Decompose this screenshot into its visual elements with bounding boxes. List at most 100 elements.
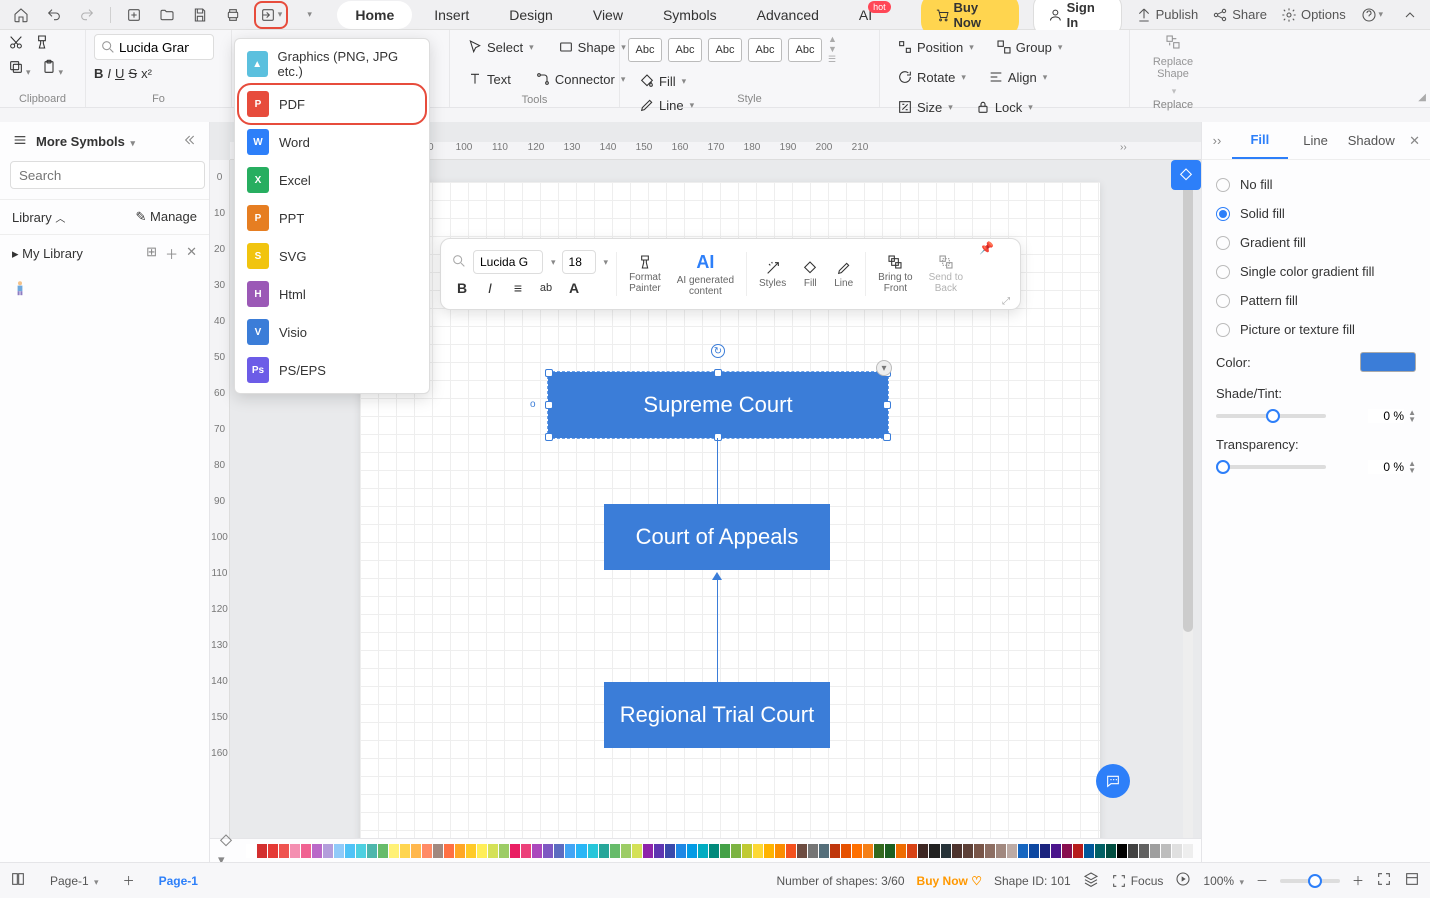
- color-swatch[interactable]: [1062, 844, 1072, 858]
- copy-icon[interactable]: ▾: [8, 59, 31, 78]
- color-swatch[interactable]: [290, 844, 300, 858]
- color-swatch[interactable]: [389, 844, 399, 858]
- undo-icon[interactable]: [41, 4, 66, 26]
- zoom-in-icon[interactable]: ＋: [1352, 872, 1364, 889]
- color-swatch[interactable]: [929, 844, 939, 858]
- fill-option-picture-or-texture-fill[interactable]: Picture or texture fill: [1216, 315, 1416, 344]
- fill-preset-shortcut[interactable]: [1171, 160, 1201, 190]
- underline-button[interactable]: U: [115, 66, 124, 81]
- tab-insert[interactable]: Insert: [416, 1, 487, 29]
- color-swatch[interactable]: [621, 844, 631, 858]
- color-swatch[interactable]: [433, 844, 443, 858]
- color-swatch[interactable]: [841, 844, 851, 858]
- library-toggle[interactable]: Library ︿: [12, 210, 65, 225]
- expand-ctx-icon[interactable]: ⤢: [1002, 296, 1010, 307]
- color-swatch[interactable]: [742, 844, 752, 858]
- align-button[interactable]: ≡: [507, 278, 529, 298]
- tab-advanced[interactable]: Advanced: [739, 1, 837, 29]
- bold-button[interactable]: B: [451, 278, 473, 298]
- fill-option-single-color-gradient-fill[interactable]: Single color gradient fill: [1216, 257, 1416, 286]
- group-button[interactable]: Group▾: [987, 34, 1072, 60]
- color-swatch[interactable]: [1040, 844, 1050, 858]
- color-swatch[interactable]: [907, 844, 917, 858]
- style-preset-5[interactable]: Abc: [788, 38, 822, 62]
- add-item-icon[interactable]: ＋: [165, 244, 178, 263]
- panel-expand-icon[interactable]: ››: [1202, 133, 1232, 148]
- style-preset-4[interactable]: Abc: [748, 38, 782, 62]
- shadow-tab[interactable]: Shadow: [1343, 123, 1399, 158]
- color-swatch[interactable]: [345, 844, 355, 858]
- color-swatch[interactable]: [786, 844, 796, 858]
- color-swatch[interactable]: [687, 844, 697, 858]
- fill-option-gradient-fill[interactable]: Gradient fill: [1216, 228, 1416, 257]
- color-swatch[interactable]: [709, 844, 719, 858]
- color-swatch[interactable]: [257, 844, 267, 858]
- color-swatch[interactable]: [268, 844, 278, 858]
- fit-window-icon[interactable]: [1404, 871, 1420, 890]
- color-swatch[interactable]: [720, 844, 730, 858]
- pin-icon[interactable]: 📌: [979, 241, 994, 255]
- font-color-button[interactable]: A: [563, 278, 585, 298]
- color-swatch[interactable]: [378, 844, 388, 858]
- color-swatch[interactable]: [996, 844, 1006, 858]
- color-swatch[interactable]: [963, 844, 973, 858]
- color-swatch[interactable]: [466, 844, 476, 858]
- shape-action-icon[interactable]: ▾: [876, 360, 892, 376]
- ctx-size-input[interactable]: [562, 250, 596, 274]
- gallery-more-icon[interactable]: ☰: [828, 54, 837, 65]
- color-swatch[interactable]: [1183, 844, 1193, 858]
- color-swatch[interactable]: [808, 844, 818, 858]
- add-folder-icon[interactable]: ⊞: [146, 244, 157, 263]
- send-back-button[interactable]: Send to Back: [925, 254, 967, 294]
- color-swatch[interactable]: [1073, 844, 1083, 858]
- paste-icon[interactable]: ▾: [41, 59, 64, 78]
- home-icon[interactable]: [8, 4, 33, 26]
- export-icon[interactable]: ▾: [258, 4, 284, 26]
- superscript-button[interactable]: x²: [141, 66, 152, 81]
- color-swatch[interactable]: [532, 844, 542, 858]
- share-link[interactable]: Share: [1212, 7, 1267, 23]
- color-swatch[interactable]: [665, 844, 675, 858]
- color-swatch[interactable]: [246, 844, 256, 858]
- transparency-slider[interactable]: [1216, 465, 1326, 469]
- ctx-font-input[interactable]: [473, 250, 543, 274]
- tab-ai[interactable]: AIhot: [841, 1, 913, 29]
- gallery-up-icon[interactable]: ▲: [828, 34, 837, 44]
- layers-icon[interactable]: [1083, 871, 1099, 890]
- connection-point-icon[interactable]: o: [530, 399, 536, 410]
- export-item-graphics-png-jpg-etc-[interactable]: ▲Graphics (PNG, JPG etc.): [239, 43, 425, 85]
- color-swatch[interactable]: [422, 844, 432, 858]
- open-file-icon[interactable]: [154, 4, 179, 26]
- pages-icon[interactable]: [10, 871, 26, 890]
- color-swatch[interactable]: [554, 844, 564, 858]
- color-swatch[interactable]: [1084, 844, 1094, 858]
- redo-icon[interactable]: [75, 4, 100, 26]
- color-swatch[interactable]: [819, 844, 829, 858]
- color-swatch[interactable]: [753, 844, 763, 858]
- size-button[interactable]: Size▾: [888, 94, 962, 120]
- shape-supreme-court[interactable]: Supreme Court ↻ o ▾: [548, 372, 888, 438]
- color-swatch[interactable]: [797, 844, 807, 858]
- color-swatch[interactable]: [323, 844, 333, 858]
- tab-design[interactable]: Design: [491, 1, 571, 29]
- export-item-ps-eps[interactable]: PsPS/EPS: [239, 351, 425, 389]
- line-ctx-button[interactable]: Line: [830, 260, 857, 289]
- export-item-pdf[interactable]: PPDF: [239, 85, 425, 123]
- fill-option-pattern-fill[interactable]: Pattern fill: [1216, 286, 1416, 315]
- zoom-out-icon[interactable]: －: [1256, 872, 1268, 889]
- color-swatch[interactable]: [477, 844, 487, 858]
- color-picker[interactable]: [1360, 352, 1416, 372]
- publish-link[interactable]: Publish: [1136, 7, 1199, 23]
- color-swatch[interactable]: [610, 844, 620, 858]
- color-swatch[interactable]: [852, 844, 862, 858]
- color-swatch[interactable]: [488, 844, 498, 858]
- transparency-input[interactable]: [1368, 460, 1404, 474]
- text-tool[interactable]: Text: [458, 66, 520, 92]
- manage-link[interactable]: ✎ Manage: [135, 209, 197, 225]
- style-preset-1[interactable]: Abc: [628, 38, 662, 62]
- color-swatch[interactable]: [896, 844, 906, 858]
- text-case-button[interactable]: ab: [535, 278, 557, 298]
- symbol-search-input[interactable]: [10, 161, 205, 189]
- cut-icon[interactable]: [8, 34, 24, 53]
- rotate-handle-icon[interactable]: ↻: [711, 344, 725, 358]
